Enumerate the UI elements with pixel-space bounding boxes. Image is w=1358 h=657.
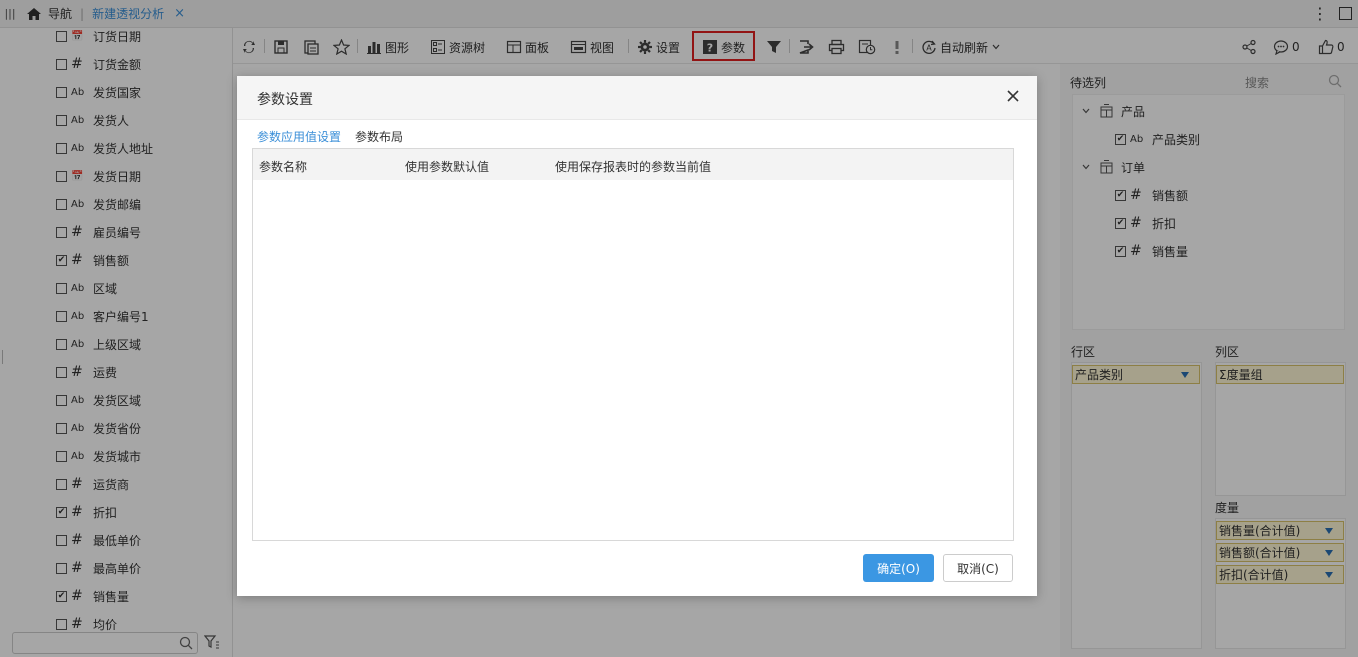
cancel-button[interactable]: 取消(C) (943, 554, 1013, 582)
tab-param-layout[interactable]: 参数布局 (355, 128, 403, 150)
close-icon[interactable] (1005, 88, 1021, 104)
param-settings-dialog: 参数设置 参数应用值设置 参数布局 参数名称 使用参数默认值 使用保存报表时的参… (237, 76, 1037, 596)
column-header-use-default: 使用参数默认值 (405, 160, 490, 174)
param-table: 参数名称 使用参数默认值 使用保存报表时的参数当前值 (252, 148, 1014, 541)
column-header-param-name: 参数名称 (259, 160, 308, 174)
column-header-use-saved-value: 使用保存报表时的参数当前值 (555, 160, 712, 174)
dialog-header: 参数设置 (237, 76, 1037, 120)
param-table-header: 参数名称 使用参数默认值 使用保存报表时的参数当前值 (253, 149, 1013, 180)
ok-button[interactable]: 确定(O) (863, 554, 934, 582)
dialog-title: 参数设置 (257, 92, 313, 108)
tab-param-apply-values[interactable]: 参数应用值设置 (257, 128, 342, 150)
